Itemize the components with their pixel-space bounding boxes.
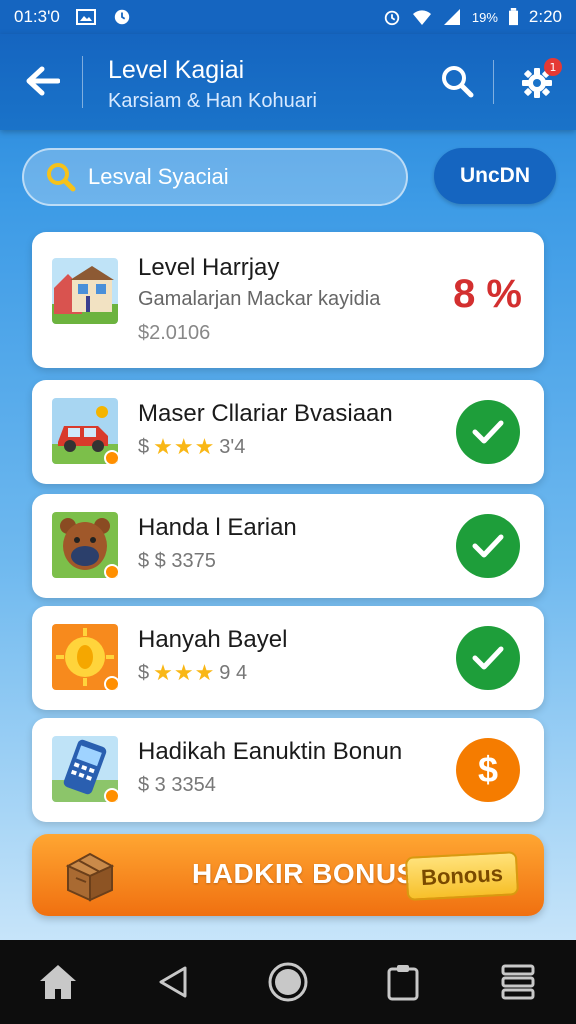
sync-icon <box>114 9 129 25</box>
search-icon <box>442 66 474 98</box>
app-bar-divider-right <box>493 60 494 104</box>
item-price: $ 3 3354 <box>138 774 216 796</box>
unlock-button[interactable]: UncDN <box>434 148 556 204</box>
dollar-icon: $ <box>477 749 499 790</box>
triangle-back-icon <box>159 966 187 998</box>
coin-badge-icon <box>104 564 118 578</box>
bonus-tag-button[interactable]: Bonous <box>404 851 520 901</box>
item-meta: $ ★★★ 3'4 <box>138 434 245 460</box>
checkmark-icon <box>472 420 504 444</box>
settings-button[interactable]: 1 <box>512 58 562 108</box>
home-icon <box>39 965 76 999</box>
nav-home-button[interactable] <box>30 954 86 1010</box>
bonus-label: HADKIR BONUS <box>192 858 416 889</box>
list-item-level[interactable]: Level Harrjay Gamalarjan Mackar kayidia … <box>32 232 544 368</box>
item-rating: 9 4 <box>219 661 248 684</box>
coin-badge-icon <box>104 676 118 690</box>
completed-button[interactable] <box>456 626 520 690</box>
status-bar: 01:3'0 19% 2:20 <box>0 0 576 34</box>
item-subtitle: Gamalarjan Mackar kayidia <box>138 288 381 310</box>
progress-percent: 8 % <box>453 272 522 316</box>
item-title: Level Harrjay <box>138 254 280 281</box>
list-item-handa[interactable]: Handa l Earian $ $ 3375 <box>32 494 544 598</box>
app-bar-divider <box>82 56 83 108</box>
item-price: $2.0106 <box>138 322 211 344</box>
checkmark-icon <box>472 534 504 558</box>
completed-button[interactable] <box>456 400 520 464</box>
list-item-hanyah[interactable]: Hanyah Bayel $ ★★★ 9 4 <box>32 606 544 710</box>
system-nav-bar <box>0 940 576 1024</box>
nav-recents-button[interactable] <box>375 954 431 1010</box>
nav-menu-button[interactable] <box>490 954 546 1010</box>
page-title: Level Kagiai <box>108 56 245 84</box>
search-button[interactable] <box>434 58 480 104</box>
search-icon <box>47 163 76 192</box>
bear-icon <box>52 512 118 578</box>
alarm-icon <box>384 10 400 26</box>
bonus-banner[interactable]: HADKIR BONUS Bonous <box>32 834 544 916</box>
item-price: $ <box>138 435 150 458</box>
treasure-chest-icon <box>65 852 115 902</box>
notification-badge: 1 <box>544 58 562 76</box>
item-title: Maser Cllariar Bvasiaan <box>138 400 393 427</box>
signal-icon <box>443 9 460 25</box>
back-arrow-icon <box>26 66 60 96</box>
item-title: Hadikah Eanuktin Bonun <box>138 738 403 765</box>
stack-menu-icon <box>501 964 535 1000</box>
back-button[interactable] <box>20 58 66 104</box>
status-left-time: 01:3'0 <box>14 7 60 26</box>
nav-back-button[interactable] <box>145 954 201 1010</box>
item-title: Handa l Earian <box>138 514 297 541</box>
battery-percent: 19% <box>471 9 498 25</box>
item-title: Hanyah Bayel <box>138 626 288 653</box>
star-rating-icon: ★★★ <box>153 660 216 685</box>
item-price: $ $ 3375 <box>138 550 216 572</box>
phone-icon <box>52 736 118 802</box>
image-icon <box>75 9 96 25</box>
coin-badge-icon <box>104 450 118 464</box>
item-meta: $ $ 3375 <box>138 550 216 573</box>
search-input[interactable] <box>88 164 388 190</box>
page-subtitle: Karsiam & Han Kohuari <box>108 90 317 112</box>
list-item-hadikah[interactable]: Hadikah Eanuktin Bonun $ 3 3354 $ <box>32 718 544 822</box>
circle-home-icon <box>268 962 308 1002</box>
star-rating-icon: ★★★ <box>153 434 216 459</box>
clipboard-icon <box>387 965 419 1001</box>
app-bar: Level Kagiai Karsiam & Han Kohuari 1 <box>0 34 576 130</box>
item-meta: $ 3 3354 <box>138 774 216 797</box>
coin-badge-icon <box>104 788 118 802</box>
town-icon <box>52 258 118 324</box>
status-time: 2:20 <box>528 7 562 26</box>
item-price: $ <box>138 661 150 684</box>
wifi-icon <box>412 10 431 25</box>
completed-button[interactable] <box>456 514 520 578</box>
item-meta: $ ★★★ 9 4 <box>138 660 247 686</box>
battery-icon <box>508 8 518 26</box>
sun-icon <box>52 624 118 690</box>
search-bar[interactable] <box>22 148 408 206</box>
collect-coin-button[interactable]: $ <box>456 738 520 802</box>
item-rating: 3'4 <box>219 435 246 458</box>
checkmark-icon <box>472 646 504 670</box>
list-item-maser[interactable]: Maser Cllariar Bvasiaan $ ★★★ 3'4 <box>32 380 544 484</box>
car-icon <box>52 398 118 464</box>
nav-circle-button[interactable] <box>260 954 316 1010</box>
